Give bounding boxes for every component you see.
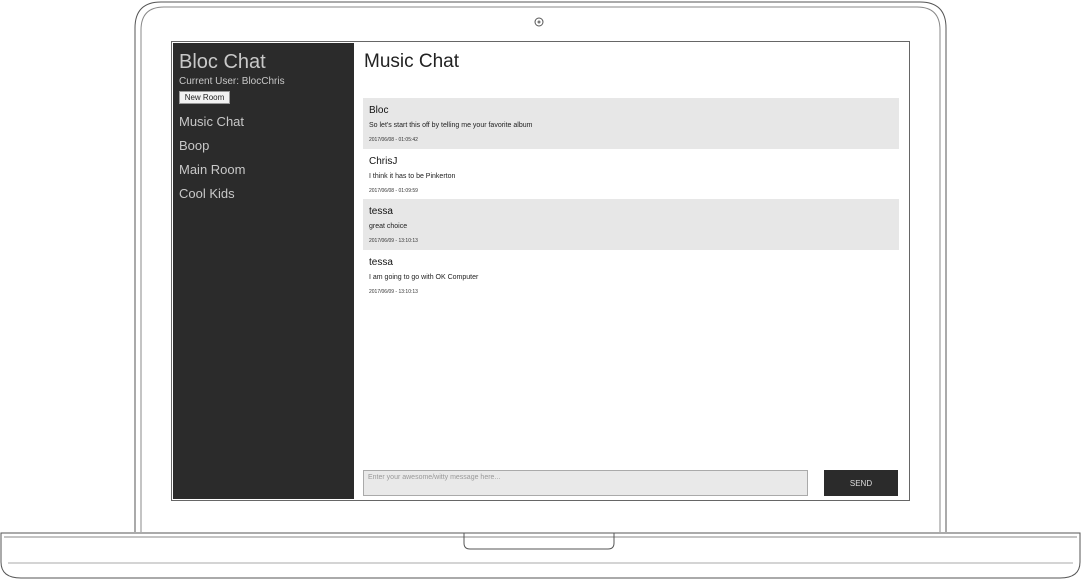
room-item-main-room[interactable]: Main Room [179, 162, 245, 186]
room-item-music-chat[interactable]: Music Chat [179, 114, 245, 138]
room-title: Music Chat [364, 51, 460, 72]
message-content: I am going to go with OK Computer [369, 273, 479, 281]
send-button[interactable]: SEND [824, 470, 898, 496]
message-username: ChrisJ [369, 155, 398, 167]
message-content: great choice [369, 223, 408, 230]
new-room-button[interactable]: New Room [179, 91, 230, 104]
message-timestamp: 2017/06/08 - 01:09:59 [369, 187, 418, 194]
room-list: Music Chat Boop Main Room Cool Kids [179, 114, 245, 210]
message-item: ChrisJ I think it has to be Pinkerton 20… [363, 149, 899, 200]
message-timestamp: 2017/06/09 - 13:10:13 [369, 238, 418, 244]
message-timestamp: 2017/06/09 - 13:10:13 [369, 288, 418, 295]
message-username: Bloc [369, 105, 389, 116]
message-input[interactable] [363, 470, 808, 496]
brand-title: Bloc Chat [179, 51, 266, 73]
message-timestamp: 2017/06/08 - 01:05:42 [369, 137, 418, 143]
message-item: tessa I am going to go with OK Computer … [363, 250, 899, 301]
message-item: Bloc So let's start this off by telling … [363, 98, 899, 149]
room-item-cool-kids[interactable]: Cool Kids [179, 186, 245, 210]
message-content: I think it has to be Pinkerton [369, 172, 456, 180]
room-item-boop[interactable]: Boop [179, 138, 245, 162]
chat-main: Music Chat Bloc So let's start this off … [354, 43, 908, 499]
sidebar: Bloc Chat Current User: BlocChris New Ro… [173, 43, 354, 499]
message-item: tessa great choice 2017/06/09 - 13:10:13 [363, 199, 899, 250]
message-username: tessa [369, 206, 393, 217]
message-content: So let's start this off by telling me yo… [369, 122, 533, 129]
message-username: tessa [369, 256, 393, 268]
current-user-label: Current User: BlocChris [179, 76, 285, 87]
app-screen: Bloc Chat Current User: BlocChris New Ro… [173, 43, 908, 499]
message-list: Bloc So let's start this off by telling … [363, 98, 899, 300]
